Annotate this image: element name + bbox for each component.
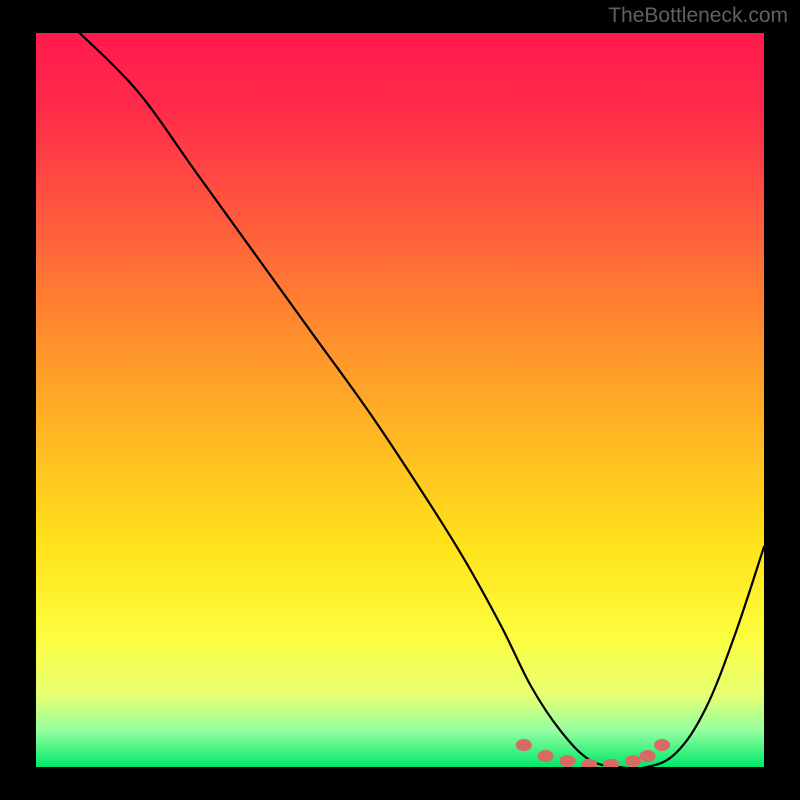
marker-group [516, 739, 670, 767]
plot-area [36, 33, 764, 767]
watermark-text: TheBottleneck.com [608, 4, 788, 28]
marker-dot [581, 759, 597, 767]
marker-dot [654, 739, 670, 751]
bottleneck-curve-path [80, 33, 764, 767]
marker-dot [559, 755, 575, 767]
marker-dot [603, 759, 619, 767]
chart-frame: TheBottleneck.com [0, 0, 800, 800]
marker-dot [640, 750, 656, 762]
chart-svg [36, 33, 764, 767]
marker-dot [538, 750, 554, 762]
marker-dot [625, 755, 641, 767]
marker-dot [516, 739, 532, 751]
